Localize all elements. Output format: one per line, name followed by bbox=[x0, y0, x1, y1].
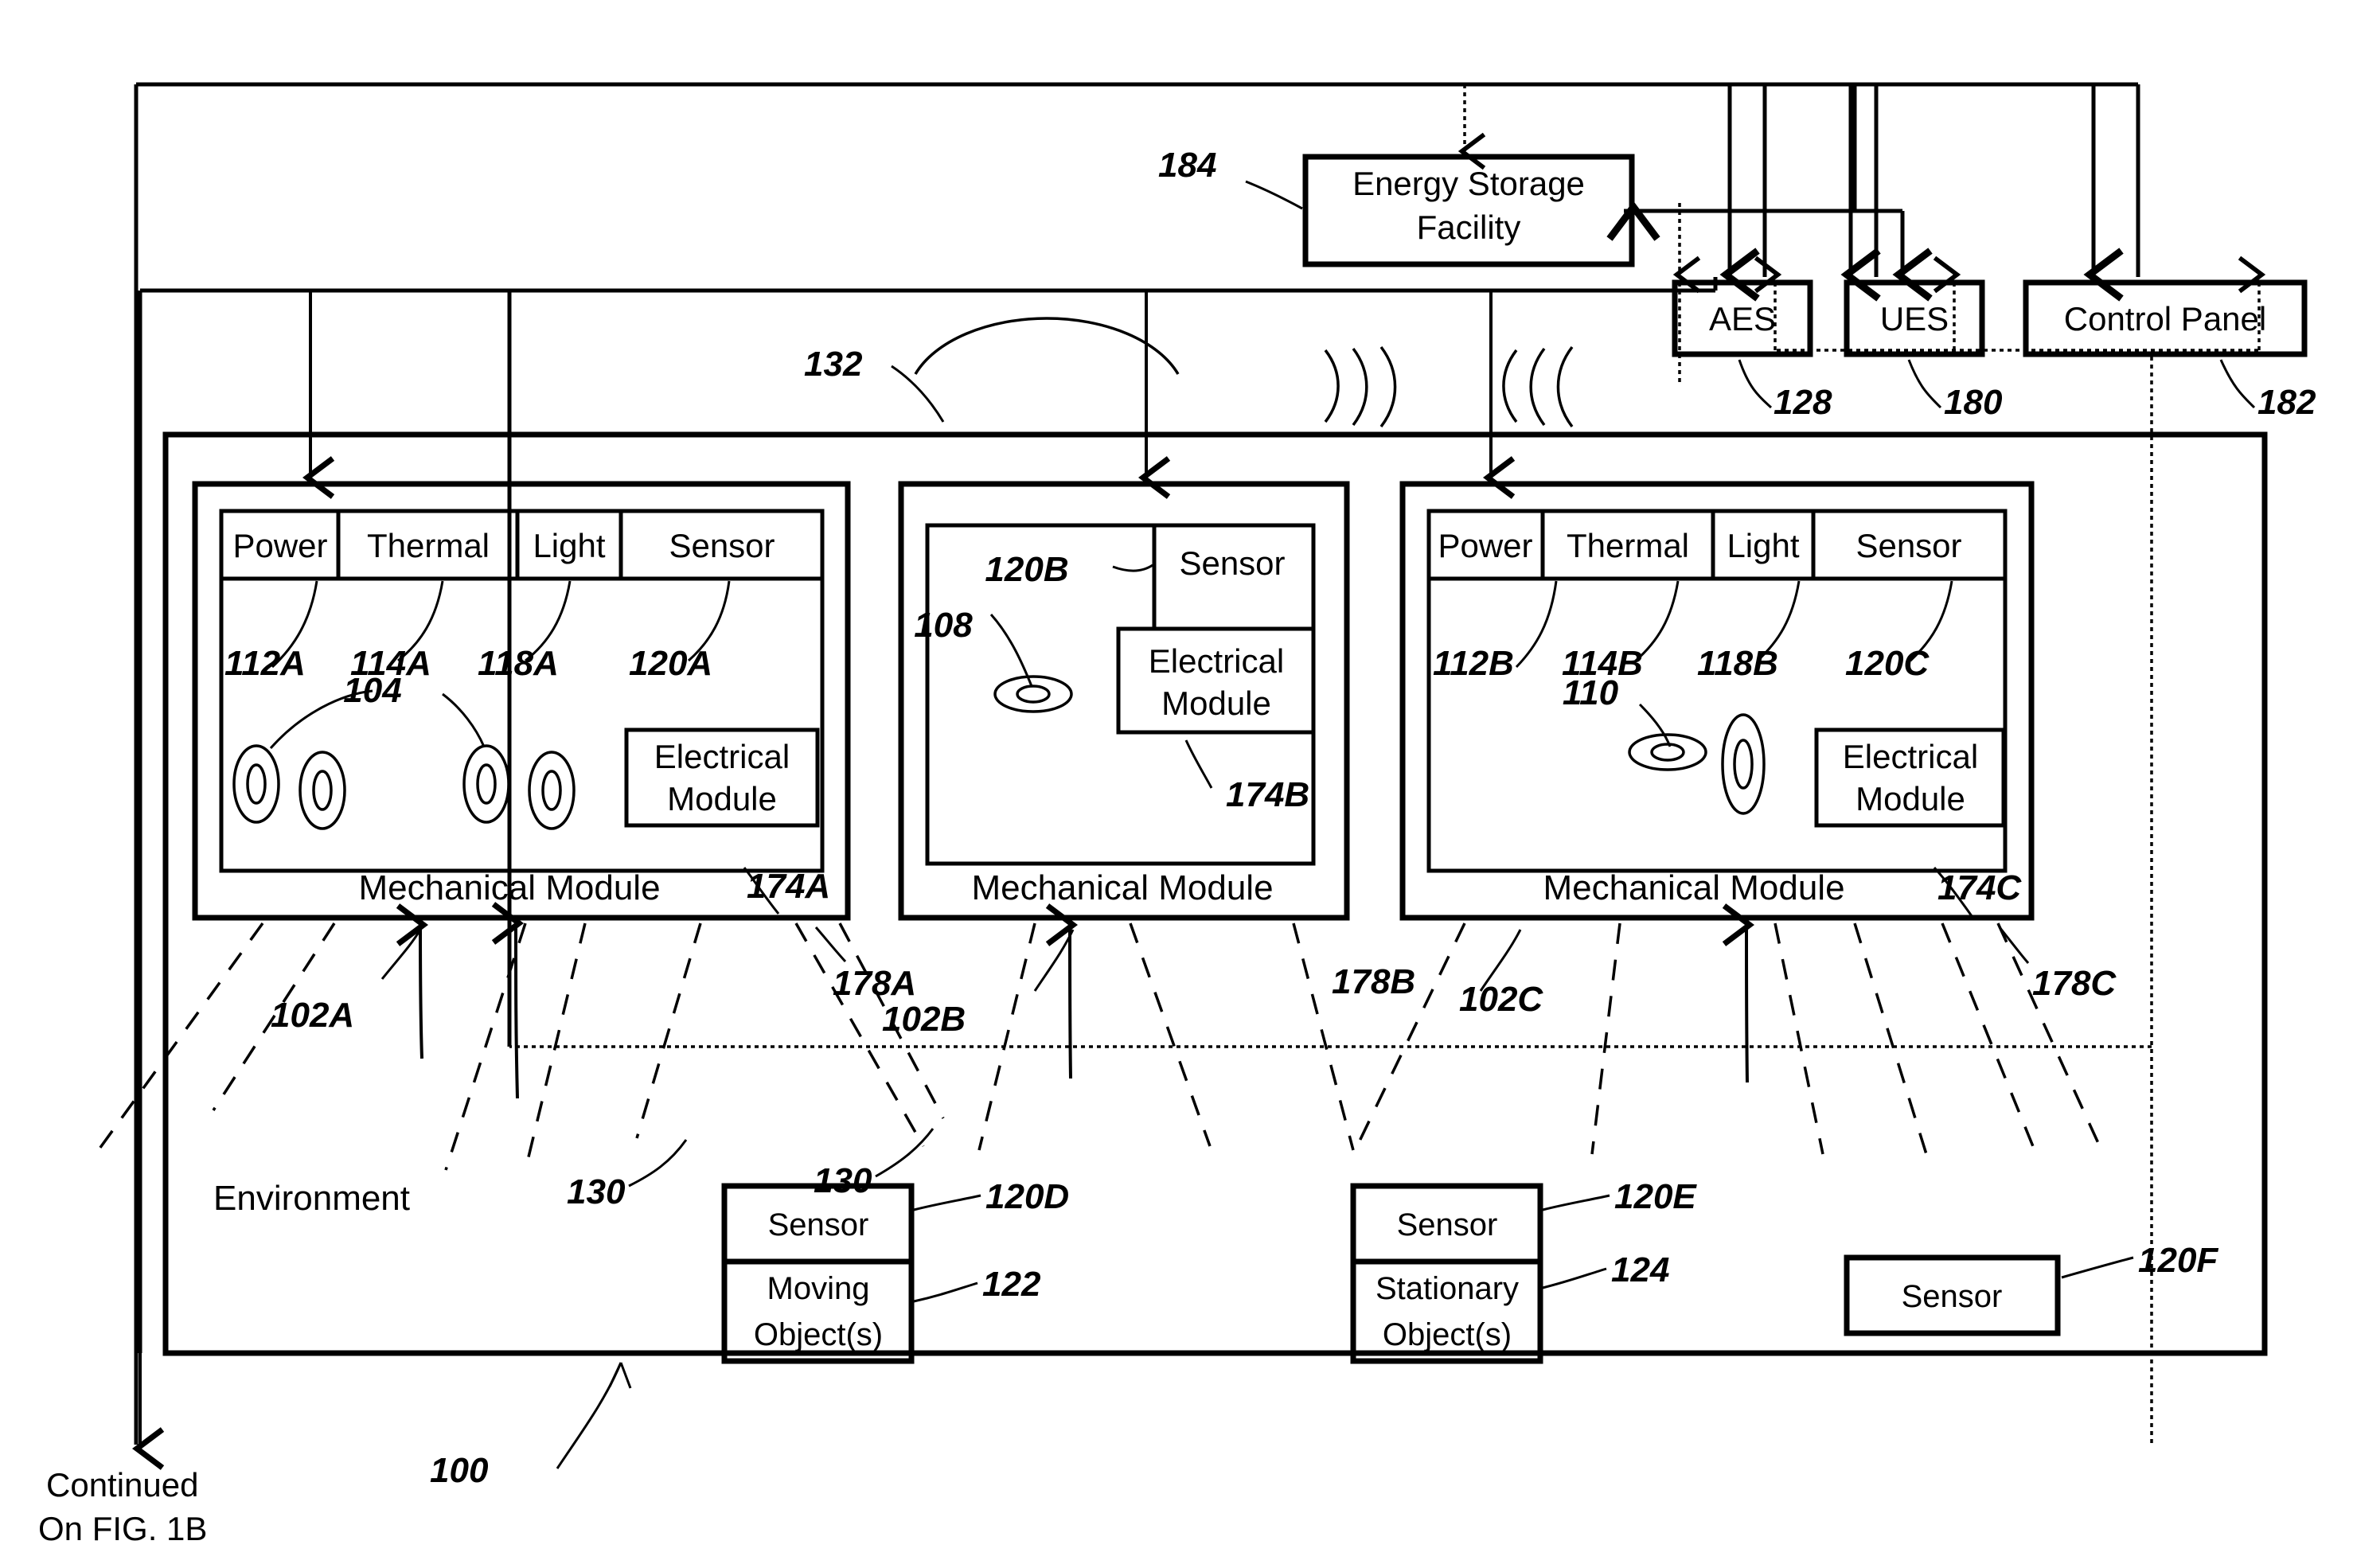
environment-label: Environment bbox=[213, 1179, 410, 1218]
module-a-elements bbox=[232, 689, 576, 830]
module-a-electrical-label-line1: Electrical bbox=[654, 738, 790, 775]
ref-102A: 102A bbox=[271, 996, 354, 1035]
ref-102B: 102B bbox=[882, 1000, 966, 1039]
ref-120E: 120E bbox=[1614, 1177, 1697, 1216]
ref-174C: 174C bbox=[1937, 868, 2022, 907]
ref-118A: 118A bbox=[478, 644, 559, 683]
module-a-electrical-label-line2: Module bbox=[667, 780, 777, 817]
module-c-electrical-label-line2: Module bbox=[1855, 780, 1965, 817]
moving-objects-line2: Object(s) bbox=[754, 1317, 883, 1352]
bus-lines bbox=[134, 82, 2140, 1445]
ref-100: 100 bbox=[430, 1451, 489, 1490]
ref-120A: 120A bbox=[629, 644, 712, 683]
module-c-subsystem-2-label: Light bbox=[1727, 527, 1799, 564]
module-c-subsystem-3-label: Sensor bbox=[1855, 527, 1961, 564]
module-c-mechanical-label: Mechanical Module bbox=[1543, 868, 1844, 907]
energy-storage-label-line2: Facility bbox=[1417, 209, 1521, 246]
ref-108: 108 bbox=[914, 606, 973, 645]
wireless-arcs bbox=[891, 317, 1574, 428]
module-b-subsystem-0-label: Sensor bbox=[1179, 544, 1285, 582]
moving-objects-line1: Moving bbox=[767, 1271, 870, 1306]
continued-note-line2: On FIG. 1B bbox=[38, 1510, 207, 1547]
module-b-mechanical-label: Mechanical Module bbox=[971, 868, 1273, 907]
moving-objects-sensor-label: Sensor bbox=[768, 1207, 869, 1242]
continued-note-line1: Continued bbox=[46, 1466, 198, 1504]
energy-storage-label-line1: Energy Storage bbox=[1352, 165, 1585, 202]
system-ref-leader bbox=[556, 1362, 632, 1469]
standalone-sensor-label: Sensor bbox=[1902, 1279, 2003, 1314]
top-ref-leaders bbox=[1245, 180, 2256, 409]
ref-174A: 174A bbox=[747, 867, 830, 906]
module-a-subsystem-3-label: Sensor bbox=[669, 527, 775, 564]
control-panel-label: Control Panel bbox=[2064, 300, 2266, 337]
ref-120D: 120D bbox=[985, 1177, 1069, 1216]
ref-178A: 178A bbox=[833, 964, 916, 1003]
module-a-subsystem-1-label: Thermal bbox=[367, 527, 490, 564]
interaction-ref-leaders bbox=[628, 1128, 935, 1188]
module-c-elements bbox=[1628, 703, 1766, 815]
ref-120B: 120B bbox=[985, 550, 1068, 589]
ref-122: 122 bbox=[982, 1265, 1041, 1304]
ref-120C: 120C bbox=[1845, 644, 1930, 683]
ref-120F: 120F bbox=[2138, 1241, 2218, 1280]
stationary-objects-line1: Stationary bbox=[1376, 1271, 1519, 1306]
module-a-subsystem-0-label: Power bbox=[232, 527, 327, 564]
module-c-subsystem-0-label: Power bbox=[1438, 527, 1532, 564]
ref-130-first: 130 bbox=[567, 1172, 626, 1211]
aes-label: AES bbox=[1709, 300, 1776, 337]
ref-132: 132 bbox=[804, 345, 863, 384]
ref-104: 104 bbox=[343, 671, 401, 710]
ref-130-second: 130 bbox=[814, 1161, 872, 1200]
ref-112B: 112B bbox=[1433, 644, 1514, 683]
module-c-subsystem-1-label: Thermal bbox=[1567, 527, 1689, 564]
ref-182: 182 bbox=[2257, 383, 2316, 422]
module-a-subsystem-2-label: Light bbox=[533, 527, 605, 564]
stationary-objects-sensor-label: Sensor bbox=[1397, 1207, 1498, 1242]
ref-110: 110 bbox=[1563, 673, 1619, 712]
module-b-electrical-label-line1: Electrical bbox=[1149, 642, 1284, 680]
module-b-leaders bbox=[1184, 739, 1213, 789]
patent-figure-1a: Energy Storage Facility 184 AES 128 UES … bbox=[0, 0, 2353, 1568]
ref-180: 180 bbox=[1944, 383, 2003, 422]
ref-128: 128 bbox=[1774, 383, 1832, 422]
ref-118B: 118B bbox=[1697, 644, 1778, 683]
ref-178C: 178C bbox=[2032, 964, 2117, 1003]
module-a-mechanical-label: Mechanical Module bbox=[358, 868, 660, 907]
stationary-objects-line2: Object(s) bbox=[1383, 1317, 1512, 1352]
ref-174B: 174B bbox=[1226, 775, 1309, 814]
ref-124: 124 bbox=[1611, 1250, 1669, 1289]
ref-112A: 112A bbox=[224, 644, 306, 683]
module-c-electrical-label-line1: Electrical bbox=[1843, 738, 1978, 775]
ref-178B: 178B bbox=[1332, 962, 1415, 1001]
ref-102C: 102C bbox=[1459, 980, 1543, 1019]
module-b-electrical-label-line2: Module bbox=[1161, 685, 1271, 722]
ues-label: UES bbox=[1880, 300, 1949, 337]
ref-184: 184 bbox=[1158, 146, 1216, 185]
